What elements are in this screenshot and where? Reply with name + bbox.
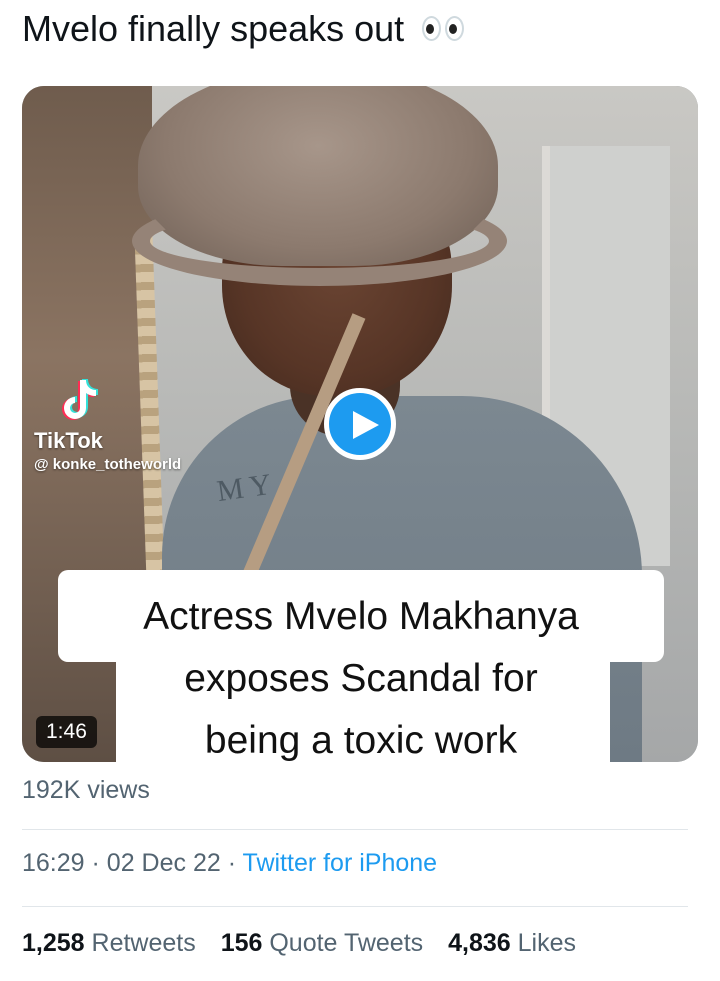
tiktok-brand: TikTok [34, 428, 103, 453]
video-caption-line: Actress Mvelo Makhanya [143, 595, 579, 638]
engagement-stats: 1,258 Retweets 156 Quote Tweets 4,836 Li… [22, 929, 594, 958]
quote-tweets-label: Quote Tweets [269, 929, 424, 957]
likes-label: Likes [517, 929, 576, 957]
view-count: 192K views [22, 776, 150, 804]
right-eye-icon [445, 15, 465, 41]
likes-count: 4,836 [448, 929, 511, 957]
retweets-stat[interactable]: 1,258 Retweets [22, 929, 196, 957]
video-player[interactable]: MY TikTok @ konke_totheworld Actress Mve… [22, 86, 698, 762]
tweet-time[interactable]: 16:29 [22, 849, 85, 877]
likes-stat[interactable]: 4,836 Likes [448, 929, 576, 957]
separator: · [227, 849, 237, 877]
retweets-label: Retweets [91, 929, 196, 957]
video-duration-badge: 1:46 [36, 716, 97, 748]
bucket-hat-brim [132, 196, 507, 286]
tiktok-handle: @ konke_totheworld [34, 456, 182, 473]
divider [22, 829, 688, 830]
retweets-count: 1,258 [22, 929, 85, 957]
eyes-emoji [422, 15, 465, 41]
quote-tweets-stat[interactable]: 156 Quote Tweets [221, 929, 423, 957]
tweet-source-link[interactable]: Twitter for iPhone [243, 849, 438, 877]
tiktok-logo-icon [62, 379, 98, 420]
left-eye-icon [422, 15, 442, 41]
video-caption-line: being a toxic work [204, 719, 518, 762]
divider [22, 906, 688, 907]
video-caption-line: exposes Scandal for [184, 657, 538, 700]
tweet-metadata: 16:29 · 02 Dec 22 · Twitter for iPhone [22, 849, 437, 878]
separator: · [91, 849, 100, 877]
play-button[interactable] [324, 388, 396, 460]
tweet-date[interactable]: 02 Dec 22 [107, 849, 221, 877]
play-icon [353, 411, 379, 439]
tweet-text: Mvelo finally speaks out [22, 6, 465, 52]
quote-tweets-count: 156 [220, 929, 263, 957]
tweet-text-content: Mvelo finally speaks out [22, 8, 405, 49]
